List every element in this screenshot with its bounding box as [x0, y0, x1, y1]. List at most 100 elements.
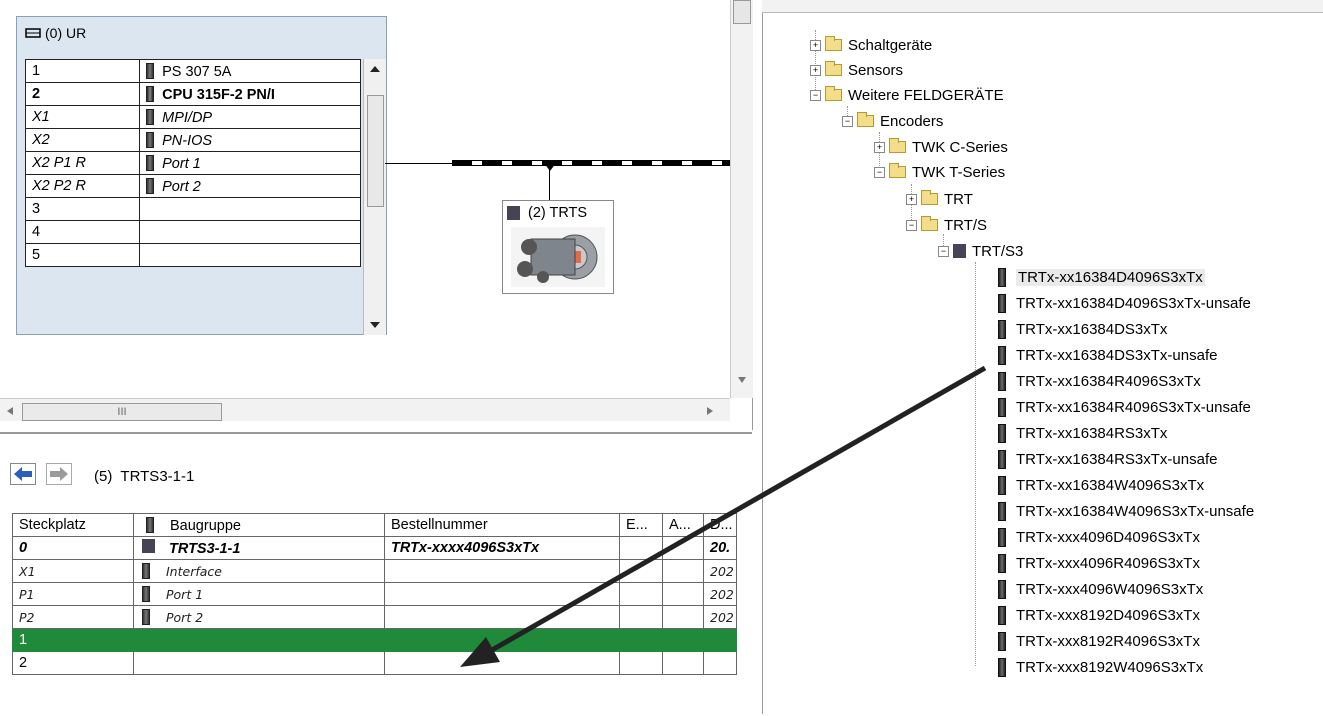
module-icon: [998, 553, 1006, 573]
rack-row[interactable]: X2 P1 R Port 1: [24, 151, 361, 175]
column-header-e[interactable]: E...: [619, 513, 663, 537]
folder-icon: [825, 36, 842, 51]
table-row[interactable]: 2: [12, 651, 737, 675]
tree-item[interactable]: TRTx-xx16384RS3xTx-unsafe: [998, 448, 1217, 470]
expand-icon[interactable]: +: [906, 193, 917, 205]
tree-item[interactable]: TRTx-xx16384R4096S3xTx: [998, 370, 1201, 392]
rack-scrollbar[interactable]: [363, 59, 386, 335]
expand-icon[interactable]: +: [810, 39, 821, 51]
table-cell-module-label: Port 1: [166, 587, 204, 602]
rack-module-label: Port 1: [162, 155, 201, 172]
collapse-icon[interactable]: −: [874, 166, 885, 178]
tree-folder-encoders[interactable]: − Encoders: [842, 110, 943, 132]
rack-module-label: Port 2: [162, 178, 201, 195]
tree-item-label: TRTx-xx16384R4096S3xTx-unsafe: [1016, 398, 1251, 416]
tree-folder-weitere-feldgeraete[interactable]: − Weitere FELDGERÄTE: [810, 84, 1004, 106]
rack-module: [139, 243, 361, 267]
forward-arrow-icon[interactable]: [46, 463, 72, 485]
trts-device-node[interactable]: (2) TRTS: [502, 200, 614, 294]
rack-window[interactable]: (0) UR 1 PS 307 5A 2 CPU 315F-2 PN/I X1 MPI…: [16, 16, 387, 335]
tree-item[interactable]: TRTx-xxx4096W4096S3xTx: [998, 578, 1203, 600]
tree-item-label: TRTx-xx16384RS3xTx: [1016, 424, 1168, 442]
tree-folder-label: Sensors: [848, 61, 904, 79]
collapse-icon[interactable]: −: [842, 115, 853, 127]
tree-item[interactable]: TRTx-xx16384D4096S3xTx: [998, 266, 1205, 288]
scroll-down-icon[interactable]: [737, 376, 747, 384]
table-cell-e: [619, 559, 663, 583]
profinet-bus[interactable]: [452, 160, 730, 166]
back-arrow-icon[interactable]: [10, 463, 36, 485]
tree-item[interactable]: TRTx-xxx4096D4096S3xTx: [998, 526, 1200, 548]
rack-slot: X1: [24, 105, 141, 129]
table-cell-a: [662, 628, 704, 652]
rack-slot: 5: [24, 243, 141, 267]
rack-row[interactable]: 3: [24, 197, 361, 221]
tree-item[interactable]: TRTx-xx16384W4096S3xTx-unsafe: [998, 500, 1254, 522]
tree-item[interactable]: TRTx-xx16384DS3xTx-unsafe: [998, 344, 1217, 366]
rack-row[interactable]: X2 P2 R Port 2: [24, 174, 361, 198]
collapse-icon[interactable]: −: [810, 89, 821, 101]
rack-row[interactable]: 2 CPU 315F-2 PN/I: [24, 82, 361, 106]
rack-module-label: PS 307 5A: [162, 63, 232, 80]
tree-item[interactable]: TRTx-xx16384W4096S3xTx: [998, 474, 1204, 496]
expand-icon[interactable]: +: [874, 141, 885, 153]
column-header-steckplatz[interactable]: Steckplatz: [12, 513, 134, 537]
rack-module-label: MPI/DP: [162, 109, 213, 126]
expand-icon[interactable]: +: [810, 64, 821, 76]
table-row[interactable]: 0 TRTS3-1-1 TRTx-xxxx4096S3xTx 20.: [12, 536, 737, 560]
collapse-icon[interactable]: −: [938, 245, 949, 257]
tree-folder-sensors[interactable]: + Sensors: [810, 59, 903, 81]
scroll-left-icon[interactable]: [6, 406, 14, 416]
rack-module-label: CPU 315F-2 PN/I: [162, 86, 275, 103]
column-header-a[interactable]: A...: [662, 513, 704, 537]
table-cell-e: [619, 651, 663, 675]
tree-item[interactable]: TRTx-xx16384DS3xTx: [998, 318, 1167, 340]
table-cell-module-label: Interface: [166, 564, 222, 579]
rack-row[interactable]: 1 PS 307 5A: [24, 59, 361, 83]
column-header-d[interactable]: D...: [703, 513, 737, 537]
tree-folder-trt-s[interactable]: − TRT/S: [906, 214, 987, 236]
module-icon: [998, 501, 1006, 521]
tree-folder-trt-s3[interactable]: − TRT/S3: [938, 240, 1023, 262]
tree-item[interactable]: TRTx-xxx8192W4096S3xTx: [998, 656, 1203, 678]
tree-item[interactable]: TRTx-xx16384D4096S3xTx-unsafe: [998, 292, 1251, 314]
tree-item[interactable]: TRTx-xx16384R4096S3xTx-unsafe: [998, 396, 1251, 418]
rack-slot: 2: [24, 82, 141, 106]
column-header-bestellnummer[interactable]: Bestellnummer: [384, 513, 620, 537]
station-vscroll-thumb[interactable]: [733, 0, 751, 24]
table-row[interactable]: P2 Port 2 202: [12, 605, 737, 629]
module-icon: [146, 177, 155, 194]
tree-item[interactable]: TRTx-xxx4096R4096S3xTx: [998, 552, 1200, 574]
table-cell-order: TRTx-xxxx4096S3xTx: [384, 536, 620, 560]
scroll-right-icon[interactable]: [706, 406, 714, 416]
rack-module: PS 307 5A: [139, 59, 361, 83]
station-vscrollbar[interactable]: [730, 0, 753, 398]
tree-item-label: TRTx-xxx4096D4096S3xTx: [1016, 528, 1200, 546]
rack-scroll-thumb[interactable]: [367, 95, 384, 207]
scroll-up-icon[interactable]: [369, 65, 381, 73]
scroll-down-icon[interactable]: [369, 321, 381, 329]
table-row-selected[interactable]: 1: [12, 628, 737, 652]
tree-item[interactable]: TRTx-xxx8192D4096S3xTx: [998, 604, 1200, 626]
rack-row[interactable]: 4: [24, 220, 361, 244]
table-cell-module: Interface: [133, 559, 385, 583]
column-header-baugruppe[interactable]: Baugruppe: [133, 513, 385, 537]
rack-row[interactable]: X1 MPI/DP: [24, 105, 361, 129]
tree-item-label: TRTx-xx16384R4096S3xTx: [1016, 372, 1201, 390]
table-cell-order: [384, 559, 620, 583]
rack-row[interactable]: 5: [24, 243, 361, 267]
table-row[interactable]: X1 Interface 202: [12, 559, 737, 583]
tree-folder-trt[interactable]: + TRT: [906, 188, 973, 210]
station-hscroll-thumb[interactable]: III: [22, 403, 222, 421]
module-icon: [998, 397, 1006, 417]
table-row[interactable]: P1 Port 1 202: [12, 582, 737, 606]
tree-folder-twk-t-series[interactable]: − TWK T-Series: [874, 161, 1005, 183]
rack-module: [139, 197, 361, 221]
table-cell-d: 20.: [703, 536, 737, 560]
tree-item[interactable]: TRTx-xx16384RS3xTx: [998, 422, 1167, 444]
collapse-icon[interactable]: −: [906, 219, 917, 231]
tree-folder-schaltgeraete[interactable]: + Schaltgeräte: [810, 34, 932, 56]
tree-folder-twk-c-series[interactable]: + TWK C-Series: [874, 136, 1008, 158]
rack-row[interactable]: X2 PN-IOS: [24, 128, 361, 152]
tree-item[interactable]: TRTx-xxx8192R4096S3xTx: [998, 630, 1200, 652]
